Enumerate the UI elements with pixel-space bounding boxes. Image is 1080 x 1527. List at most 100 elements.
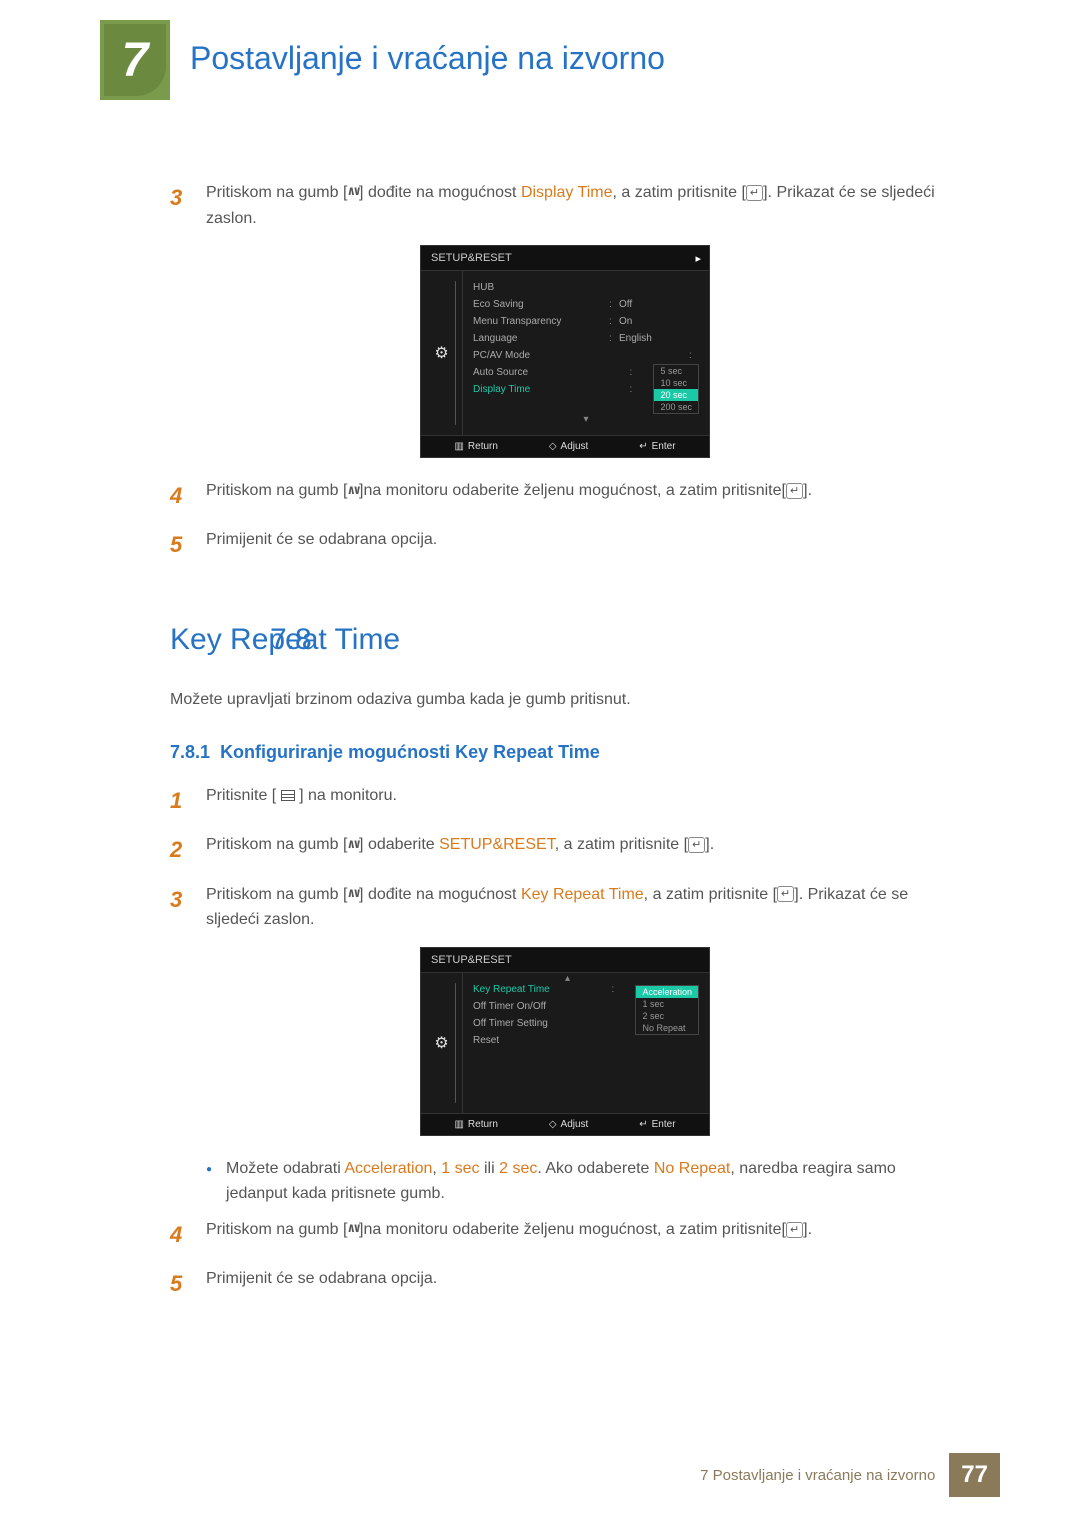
chapter-badge-inner: 7 [104, 24, 166, 96]
osd-footer-return: ▥Return [454, 1119, 497, 1130]
step-5: 5 Primijenit će se odabrana opcija. [170, 1266, 960, 1301]
enter-glyph-icon: ↵ [639, 441, 647, 452]
step-2: 2 Pritiskom na gumb [∧∨] odaberite SETUP… [170, 832, 960, 867]
text: Možete odabrati [226, 1160, 344, 1177]
text: ] na monitoru. [295, 787, 397, 804]
bullet-text: Možete odabrati Acceleration, 1 sec ili … [226, 1156, 960, 1207]
osd-row-selected: Display Time: [463, 381, 649, 398]
osd-screenshot-2: SETUP&RESET▴ ⚙ Key Repeat Time: Off Time… [420, 947, 710, 1136]
step-4-top: 4 Pritiskom na gumb [∧∨]na monitoru odab… [170, 478, 960, 513]
section-description: Možete upravljati brzinom odaziva gumba … [170, 687, 960, 713]
osd-list: Key Repeat Time: Off Timer On/Off Off Ti… [463, 973, 709, 1113]
highlight-display-time: Display Time [521, 184, 613, 201]
enter-icon: ↵ [746, 185, 763, 201]
highlight-2sec: 2 sec [499, 1160, 537, 1177]
osd-footer: ▥Return ◇Adjust ↵Enter [421, 435, 709, 457]
text: ] odaberite [359, 836, 439, 853]
osd-down-arrow: ▾ [463, 414, 709, 427]
step-number: 5 [170, 527, 190, 562]
osd-footer: ▥Return ◇Adjust ↵Enter [421, 1113, 709, 1135]
menu-glyph-icon: ▥ [454, 441, 463, 452]
osd-row: Auto Source: [463, 364, 649, 381]
highlight-key-repeat: Key Repeat Time [521, 886, 644, 903]
step-text: Pritiskom na gumb [∧∨] dođite na mogućno… [206, 180, 960, 231]
step-text: Pritiskom na gumb [∧∨] odaberite SETUP&R… [206, 832, 714, 867]
osd-footer-adjust: ◇Adjust [549, 441, 589, 452]
gear-icon: ⚙ [434, 343, 448, 363]
step-3: 3 Pritiskom na gumb [∧∨] dođite na moguć… [170, 882, 960, 933]
osd-body: ⚙ Key Repeat Time: Off Timer On/Off Off … [421, 973, 709, 1113]
osd-option-selected: Acceleration [636, 986, 698, 998]
up-down-icon: ∧∨ [347, 884, 359, 905]
osd-option: 200 sec [654, 401, 698, 413]
osd-row: Off Timer Setting [463, 1015, 631, 1032]
text: ]na monitoru odaberite željenu mogućnost… [359, 1221, 786, 1238]
enter-icon: ↵ [777, 886, 794, 902]
osd-row: Reset [463, 1032, 631, 1049]
highlight-setup-reset: SETUP&RESET [439, 836, 555, 853]
osd-screenshot-1: SETUP&RESET ⚙ HUB Eco Saving:Off Menu Tr… [420, 245, 710, 458]
text: ]. [803, 1221, 812, 1238]
chapter-badge: 7 [100, 20, 170, 100]
osd-footer-enter: ↵Enter [639, 441, 675, 452]
text: , a zatim pritisnite [ [555, 836, 688, 853]
text: ] dođite na mogućnost [359, 886, 521, 903]
osd-row: PC/AV Mode: [463, 347, 709, 364]
step-3-top: 3 Pritiskom na gumb [∧∨] dođite na moguć… [170, 180, 960, 231]
osd-options-popup: 5 sec 10 sec 20 sec 200 sec [653, 364, 699, 414]
enter-icon: ↵ [688, 837, 705, 853]
text: ] dođite na mogućnost [359, 184, 521, 201]
text: . Ako odaberete [537, 1160, 654, 1177]
up-down-icon: ∧∨ [347, 1219, 359, 1240]
bullet-icon: ● [206, 1162, 212, 1207]
menu-icon [281, 790, 295, 801]
page-footer: 7 Postavljanje i vraćanje na izvorno 77 [700, 1453, 1000, 1497]
step-number: 4 [170, 1217, 190, 1252]
step-4: 4 Pritiskom na gumb [∧∨]na monitoru odab… [170, 1217, 960, 1252]
chapter-title: Postavljanje i vraćanje na izvorno [190, 40, 665, 77]
osd-side-line [455, 983, 456, 1103]
osd-row: Menu Transparency:On [463, 313, 709, 330]
osd-body: ⚙ HUB Eco Saving:Off Menu Transparency:O… [421, 271, 709, 435]
osd-option: 2 sec [636, 1010, 698, 1022]
osd-title: SETUP&RESET▴ [421, 948, 709, 973]
text: , a zatim pritisnite [ [644, 886, 777, 903]
step-text: Primijenit će se odabrana opcija. [206, 1266, 437, 1301]
osd-option: 5 sec [654, 365, 698, 377]
osd-row: HUB [463, 279, 709, 296]
osd-list: HUB Eco Saving:Off Menu Transparency:On … [463, 271, 709, 435]
step-text: Pritiskom na gumb [∧∨]na monitoru odaber… [206, 1217, 812, 1252]
text: Pritisnite [ [206, 787, 281, 804]
gear-icon: ⚙ [434, 1033, 448, 1053]
text: Pritiskom na gumb [ [206, 1221, 347, 1238]
step-number: 5 [170, 1266, 190, 1301]
step-5-top: 5 Primijenit će se odabrana opcija. [170, 527, 960, 562]
subsection-number: 7.8.1 [170, 742, 210, 762]
text: , [432, 1160, 441, 1177]
step-number: 1 [170, 783, 190, 818]
section-heading: 7.8 Key Repeat Time [170, 623, 960, 657]
section-number: 7.8 [270, 623, 312, 657]
osd-options-popup: Acceleration 1 sec 2 sec No Repeat [635, 985, 699, 1035]
text: Pritiskom na gumb [ [206, 184, 347, 201]
bullet-note: ● Možete odabrati Acceleration, 1 sec il… [206, 1156, 960, 1207]
osd-row-selected: Key Repeat Time: [463, 981, 631, 998]
step-number: 4 [170, 478, 190, 513]
osd-side: ⚙ [421, 973, 463, 1113]
step-text: Pritiskom na gumb [∧∨] dođite na mogućno… [206, 882, 960, 933]
step-text: Pritiskom na gumb [∧∨]na monitoru odaber… [206, 478, 812, 513]
up-down-icon: ∧∨ [347, 835, 359, 856]
chapter-number: 7 [122, 33, 149, 88]
osd-option: No Repeat [636, 1022, 698, 1034]
text: Pritiskom na gumb [ [206, 886, 347, 903]
osd-footer-adjust: ◇Adjust [549, 1119, 589, 1130]
osd-footer-return: ▥Return [454, 441, 497, 452]
osd-row: Off Timer On/Off [463, 998, 631, 1015]
step-number: 3 [170, 882, 190, 933]
text: Pritiskom na gumb [ [206, 836, 347, 853]
osd-side: ⚙ [421, 271, 463, 435]
step-number: 2 [170, 832, 190, 867]
up-down-icon: ∧∨ [347, 182, 359, 203]
osd-side-line [455, 281, 456, 425]
highlight-acceleration: Acceleration [344, 1160, 432, 1177]
